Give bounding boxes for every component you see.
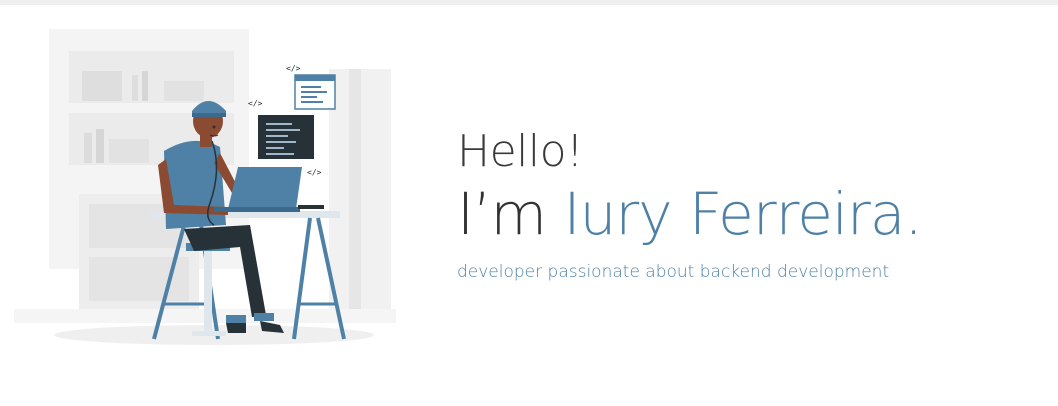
intro-prefix: I’m: [457, 180, 564, 248]
code-tag-icon: </>: [248, 99, 263, 108]
developer-illustration: </> </> </>: [14, 29, 396, 349]
code-tag-icon: </>: [286, 64, 301, 73]
intro-block: Hello! I’m Iury Ferreira. developer pass…: [457, 125, 923, 285]
document-window-icon: [294, 74, 336, 110]
code-tag-icon: </>: [307, 168, 322, 177]
developer-name: Iury Ferreira.: [563, 180, 922, 248]
hero-section: </> </> </> Hello! I’m Iury Ferreira. de…: [0, 5, 1058, 406]
headline: I’m Iury Ferreira.: [457, 179, 923, 249]
tagline: developer passionate about backend devel…: [457, 262, 890, 282]
greeting-text: Hello!: [457, 126, 584, 177]
code-window-icon: [258, 115, 314, 159]
